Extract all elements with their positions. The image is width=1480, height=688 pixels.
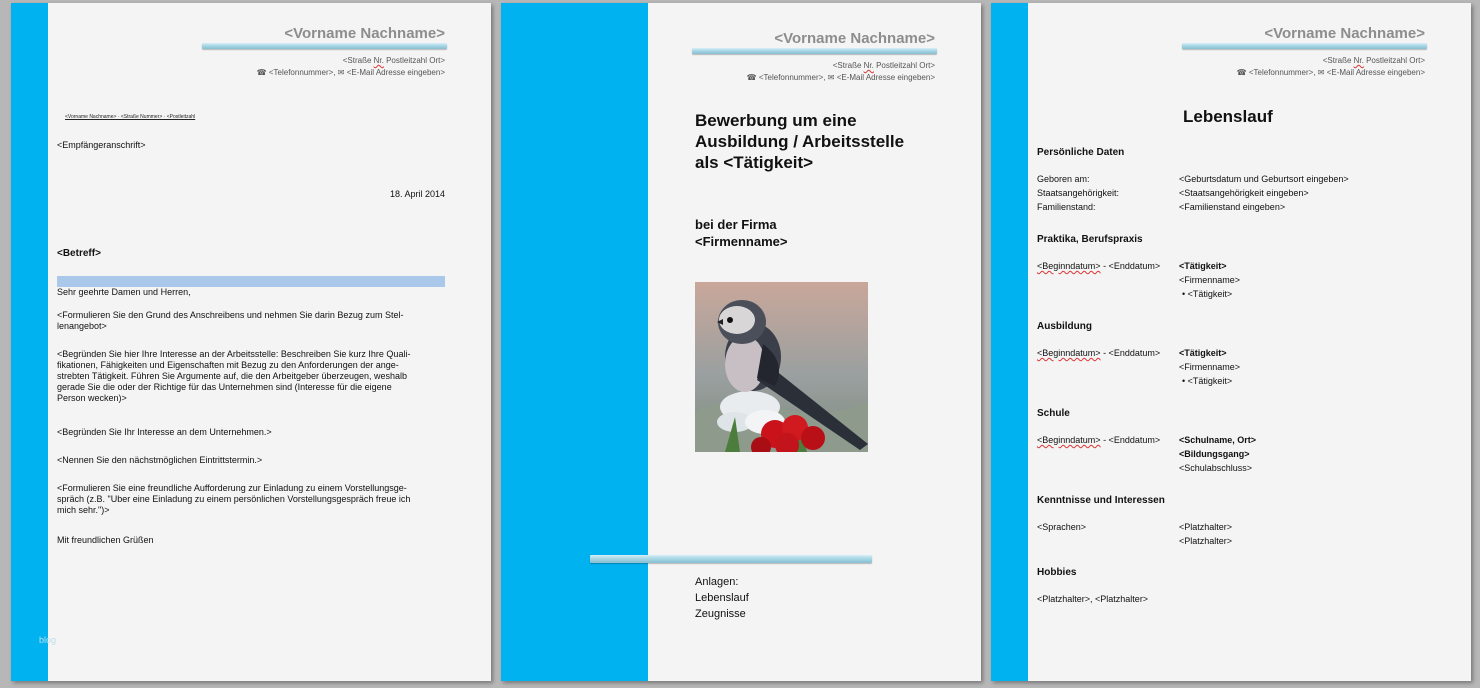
header-bar (1182, 43, 1427, 49)
header-bar (202, 43, 447, 49)
personal-labels: Geboren am: Staatsangehörigkeit: Familie… (1037, 174, 1120, 212)
section-skills: Kenntnisse und Interessen (1037, 495, 1165, 506)
header-contact: ☎ <Telefonnummer>, ✉ <E-Mail Adresse ein… (1236, 68, 1425, 77)
cover-company: bei der Firma <Firmenname> (695, 217, 788, 249)
hobbies-value: <Platzhalter>, <Platzhalter> (1037, 594, 1149, 604)
header-address: <Straße Nr. Postleitzahl Ort> (342, 56, 445, 65)
cover-stripe (501, 3, 648, 681)
sender-line: <Vorname Nachname> · <Straße Nummer> · <… (65, 114, 196, 120)
cover-divider-bar (590, 555, 872, 563)
subject-highlight (57, 276, 445, 287)
paragraph-start-date: <Nennen Sie den nächstmöglichen Eintritt… (57, 455, 263, 465)
header-contact: ☎ <Telefonnummer>, ✉ <E-Mail Adresse ein… (256, 68, 445, 77)
section-school: Schule (1037, 408, 1070, 419)
header-address: <Straße Nr. Postleitzahl Ort> (832, 61, 935, 70)
section-practice: Praktika, Berufspraxis (1037, 234, 1143, 245)
school-details: <Schulname, Ort> <Bildungsgang> <Schulab… (1179, 435, 1257, 473)
salutation: Sehr geehrte Damen und Herren, (57, 287, 191, 297)
recipient: <Empfängeranschrift> (57, 140, 146, 150)
practice-dates: <Beginndatum> - <Enddatum> (1037, 261, 1161, 271)
section-hobbies: Hobbies (1037, 567, 1077, 578)
cover-title: Bewerbung um eine Ausbildung / Arbeitsst… (695, 111, 905, 172)
paragraph-qualifications: <Begründen Sie hier Ihre Interesse an de… (57, 349, 411, 403)
paragraph-invitation: <Formulieren Sie eine freundliche Auffor… (57, 483, 411, 515)
closing: Mit freundlichen Grüßen (57, 535, 154, 545)
bird-photo (695, 282, 868, 452)
education-dates: <Beginndatum> - <Enddatum> (1037, 348, 1161, 358)
cv-stripe (991, 3, 1028, 681)
header-name: <Vorname Nachname> (284, 25, 445, 42)
school-dates: <Beginndatum> - <Enddatum> (1037, 435, 1161, 445)
header-address: <Straße Nr. Postleitzahl Ort> (1322, 56, 1425, 65)
paragraph-company: <Begründen Sie Ihr Interesse an dem Unte… (57, 427, 272, 437)
paragraph-reason: <Formulieren Sie den Grund des Anschreib… (57, 310, 404, 331)
bird-photo-illustration (695, 282, 868, 452)
section-education: Ausbildung (1037, 321, 1092, 332)
letter-date: 18. April 2014 (389, 189, 445, 199)
header-bar (692, 48, 937, 54)
education-details: <Tätigkeit> <Firmenname> <Tätigkeit> (1179, 346, 1240, 388)
cover-page: <Vorname Nachname> <Straße Nr. Postleitz… (501, 3, 981, 681)
letter-stripe (11, 3, 48, 681)
section-personal: Persönliche Daten (1037, 147, 1125, 158)
personal-values: <Geburtsdatum und Geburtsort eingeben> <… (1179, 174, 1349, 212)
practice-task: <Tätigkeit> (1179, 287, 1240, 301)
attachments: Anlagen: Lebenslauf Zeugnisse (695, 576, 749, 620)
header-name: <Vorname Nachname> (1264, 25, 1425, 42)
skills-values: <Platzhalter> <Platzhalter> (1179, 522, 1233, 546)
subject: <Betreff> (57, 248, 101, 259)
header-contact: ☎ <Telefonnummer>, ✉ <E-Mail Adresse ein… (746, 73, 935, 82)
practice-details: <Tätigkeit> <Firmenname> <Tätigkeit> (1179, 259, 1240, 301)
cv-page: <Vorname Nachname> <Straße Nr. Postleitz… (991, 3, 1471, 681)
cv-title: Lebenslauf (1183, 107, 1273, 126)
watermark: blog (39, 635, 57, 645)
letter-page: <Vorname Nachname> <Straße Nr. Postleitz… (11, 3, 491, 681)
education-task: <Tätigkeit> (1179, 374, 1240, 388)
header-name: <Vorname Nachname> (774, 30, 935, 47)
skills-label: <Sprachen> (1037, 522, 1087, 532)
